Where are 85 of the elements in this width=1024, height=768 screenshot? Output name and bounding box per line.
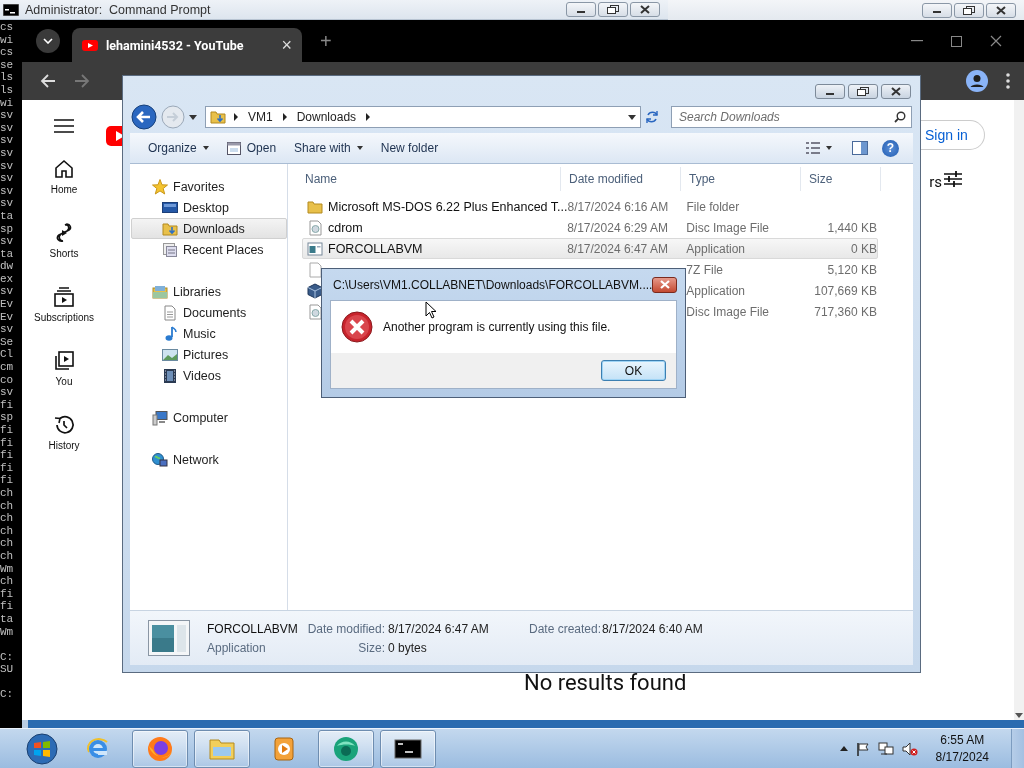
console-line: cm — [0, 361, 15, 374]
console-line: sv — [0, 109, 15, 122]
console-line: co — [0, 373, 15, 387]
console-line: sv — [0, 134, 15, 147]
file-name: cdrom — [328, 220, 363, 235]
console-line: fi — [0, 449, 15, 462]
file-type: 7Z File — [686, 262, 723, 277]
console-line: sv — [0, 146, 15, 160]
console-line: sv — [0, 197, 15, 210]
field-value: 0 bytes — [388, 640, 428, 655]
field-label: Date created: — [529, 621, 599, 636]
console-line: sv — [0, 386, 15, 399]
file-name: FORCOLLABVM — [207, 621, 299, 636]
file-type: Disc Image File — [686, 220, 769, 235]
console-line: cs — [0, 46, 15, 59]
console-line: ch — [0, 575, 15, 588]
console-line: ls — [0, 83, 15, 97]
file-size: 0 KB — [850, 241, 877, 256]
console-line: sv — [0, 323, 15, 336]
console-line: sv — [0, 285, 15, 299]
date-modified: 8/17/2024 6:16 AM — [567, 199, 669, 214]
clock-time: 6:55 AM — [940, 733, 985, 747]
field-value: 8/17/2024 6:40 AM — [602, 621, 703, 636]
field-label: Date modified: — [306, 621, 385, 636]
console-line: sp — [0, 222, 15, 236]
console-line: sv — [0, 159, 15, 173]
console-line: ch — [0, 499, 15, 513]
console-line: cs — [0, 21, 15, 34]
console-line: Ev — [0, 310, 15, 324]
console-line: ch — [0, 512, 15, 525]
console-line: ta — [0, 612, 15, 626]
tab-title: lehamini4532 - YouTube — [106, 37, 245, 53]
console-line: fi — [0, 461, 15, 475]
console-line: Cl — [0, 348, 15, 362]
error-message: Another program is currently using this file. — [383, 320, 611, 334]
console-line: fi — [0, 436, 15, 450]
file-size: 5,120 KB — [827, 262, 877, 277]
file-type: Application — [686, 283, 746, 298]
console-line: ls — [0, 71, 15, 84]
console-line: fi — [0, 424, 15, 437]
console-line: Wm — [0, 562, 15, 576]
console-line: ex — [0, 272, 15, 286]
no-results-message: No results found — [524, 670, 687, 695]
file-type: Application — [207, 640, 267, 655]
console-line: C: — [0, 687, 15, 702]
date-modified: 8/17/2024 6:47 AM — [567, 241, 668, 256]
field-label: Size: — [357, 640, 385, 655]
console-line: sv — [0, 172, 15, 185]
console-line: ch — [0, 524, 15, 538]
console-line: wi — [0, 96, 15, 110]
dialog-title: C:\Users\VM1.COLLABNET\Downloads\FORCOLLABVM.... — [333, 277, 653, 292]
console-line: Se — [0, 335, 15, 349]
console-line: ch — [0, 537, 15, 550]
field-value: 8/17/2024 6:47 AM — [388, 621, 490, 636]
file-size: 1,440 KB — [827, 220, 877, 235]
console-line: ta — [0, 209, 15, 223]
file-type: Disc Image File — [686, 304, 769, 319]
console-line: sv — [0, 235, 15, 248]
console-line: SU — [0, 663, 15, 676]
console-line: fi — [0, 587, 15, 601]
console-line: wi — [0, 33, 15, 47]
console-line: C: — [0, 649, 15, 664]
console-line: fi — [0, 600, 15, 613]
file-type: File folder — [686, 199, 740, 214]
file-size: 717,360 KB — [814, 304, 877, 319]
file-size: 107,669 KB — [814, 283, 877, 298]
console-line: se — [0, 58, 15, 72]
console-line: sv — [0, 121, 15, 135]
console-line: fi — [0, 474, 15, 487]
file-name: Microsoft MS-DOS 6.22 Plus Enhanced T... — [328, 199, 568, 214]
console-line: Ev — [0, 298, 15, 311]
filters-label: rs — [929, 173, 942, 191]
window-title: Administrator: Command Prompt — [25, 2, 212, 17]
clock-date: 8/17/2024 — [935, 750, 989, 764]
console-line: sv — [0, 184, 15, 198]
file-name: FORCOLLABVM — [328, 241, 423, 256]
file-type: Application — [686, 241, 746, 256]
console-line: Wm — [0, 625, 15, 639]
console-line: fi — [0, 398, 15, 412]
console-line: ch — [0, 549, 15, 563]
console-line: sp — [0, 411, 15, 424]
console-line: ch — [0, 486, 15, 500]
console-line: dw — [0, 260, 15, 273]
date-modified: 8/17/2024 6:29 AM — [567, 220, 668, 235]
console-line: ta — [0, 247, 15, 261]
